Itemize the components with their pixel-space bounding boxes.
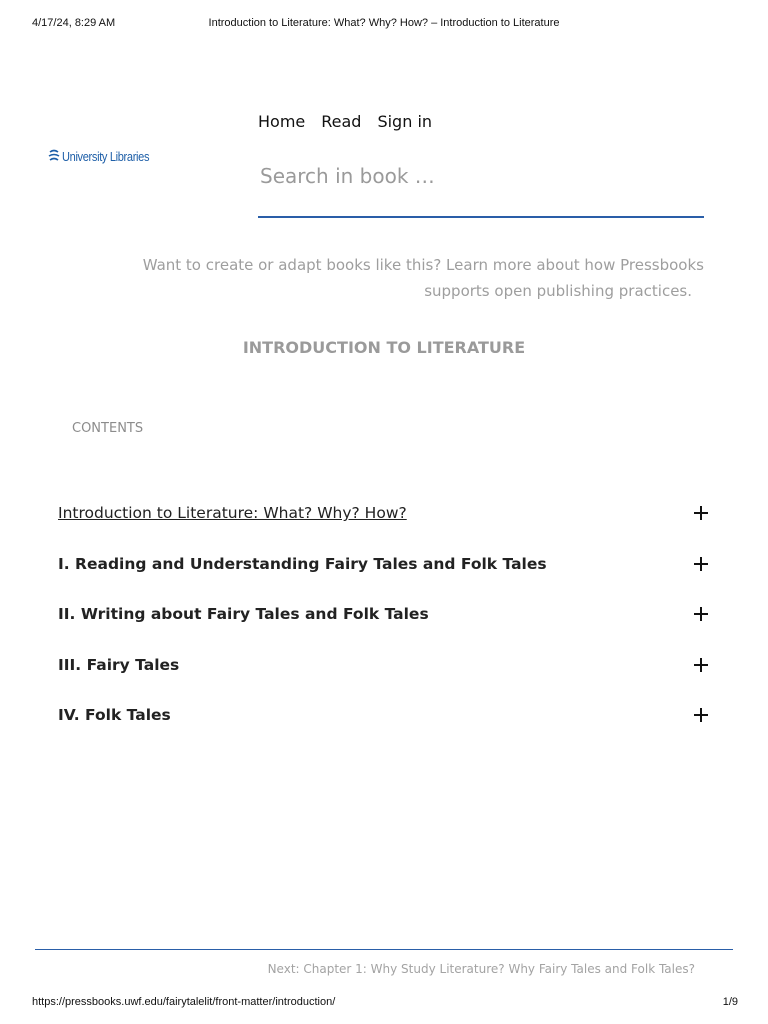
- plus-icon[interactable]: [694, 556, 708, 571]
- nav-sign-in-link[interactable]: Sign in: [377, 112, 432, 131]
- plus-icon[interactable]: [694, 657, 708, 672]
- nav-home-link[interactable]: Home: [258, 112, 305, 131]
- toc-item-label[interactable]: IV. Folk Tales: [58, 706, 171, 724]
- search-box: [258, 158, 708, 218]
- print-url: https://pressbooks.uwf.edu/fairytalelit/…: [32, 996, 336, 1008]
- toc-item-part-4: IV. Folk Tales: [58, 690, 714, 741]
- logo-text: University Libraries: [62, 148, 150, 164]
- toc-item-label[interactable]: II. Writing about Fairy Tales and Folk T…: [58, 605, 429, 623]
- toc-item-introduction: Introduction to Literature: What? Why? H…: [58, 488, 714, 539]
- pressbooks-promo[interactable]: Want to create or adapt books like this?…: [110, 252, 704, 304]
- plus-icon[interactable]: [694, 506, 708, 521]
- university-libraries-logo[interactable]: University Libraries: [48, 146, 165, 166]
- toc-item-label[interactable]: I. Reading and Understanding Fairy Tales…: [58, 555, 547, 573]
- print-page-title: Introduction to Literature: What? Why? H…: [208, 17, 560, 29]
- university-libraries-logo-icon: [48, 149, 60, 161]
- toc-item-part-1: I. Reading and Understanding Fairy Tales…: [58, 539, 714, 590]
- print-page-number: 1/9: [722, 996, 738, 1008]
- contents-heading: CONTENTS: [72, 421, 144, 436]
- toc-item-label[interactable]: III. Fairy Tales: [58, 656, 179, 674]
- toc-item-part-3: III. Fairy Tales: [58, 640, 714, 691]
- book-title: INTRODUCTION TO LITERATURE: [242, 338, 526, 357]
- print-header: 4/17/24, 8:29 AM Introduction to Literat…: [0, 17, 768, 33]
- footer-divider: [35, 949, 733, 950]
- table-of-contents: Introduction to Literature: What? Why? H…: [58, 488, 714, 741]
- toc-item-part-2: II. Writing about Fairy Tales and Folk T…: [58, 589, 714, 640]
- toc-item-label[interactable]: Introduction to Literature: What? Why? H…: [58, 504, 407, 522]
- plus-icon[interactable]: [694, 607, 708, 622]
- primary-nav: Home Read Sign in: [258, 112, 432, 131]
- promo-line-2: supports open publishing practices.: [424, 282, 692, 300]
- promo-line-1: Want to create or adapt books like this?…: [142, 256, 704, 274]
- nav-read-link[interactable]: Read: [321, 112, 361, 131]
- next-chapter-link[interactable]: Next: Chapter 1: Why Study Literature? W…: [268, 962, 695, 976]
- search-input[interactable]: [258, 158, 708, 194]
- plus-icon[interactable]: [694, 708, 708, 723]
